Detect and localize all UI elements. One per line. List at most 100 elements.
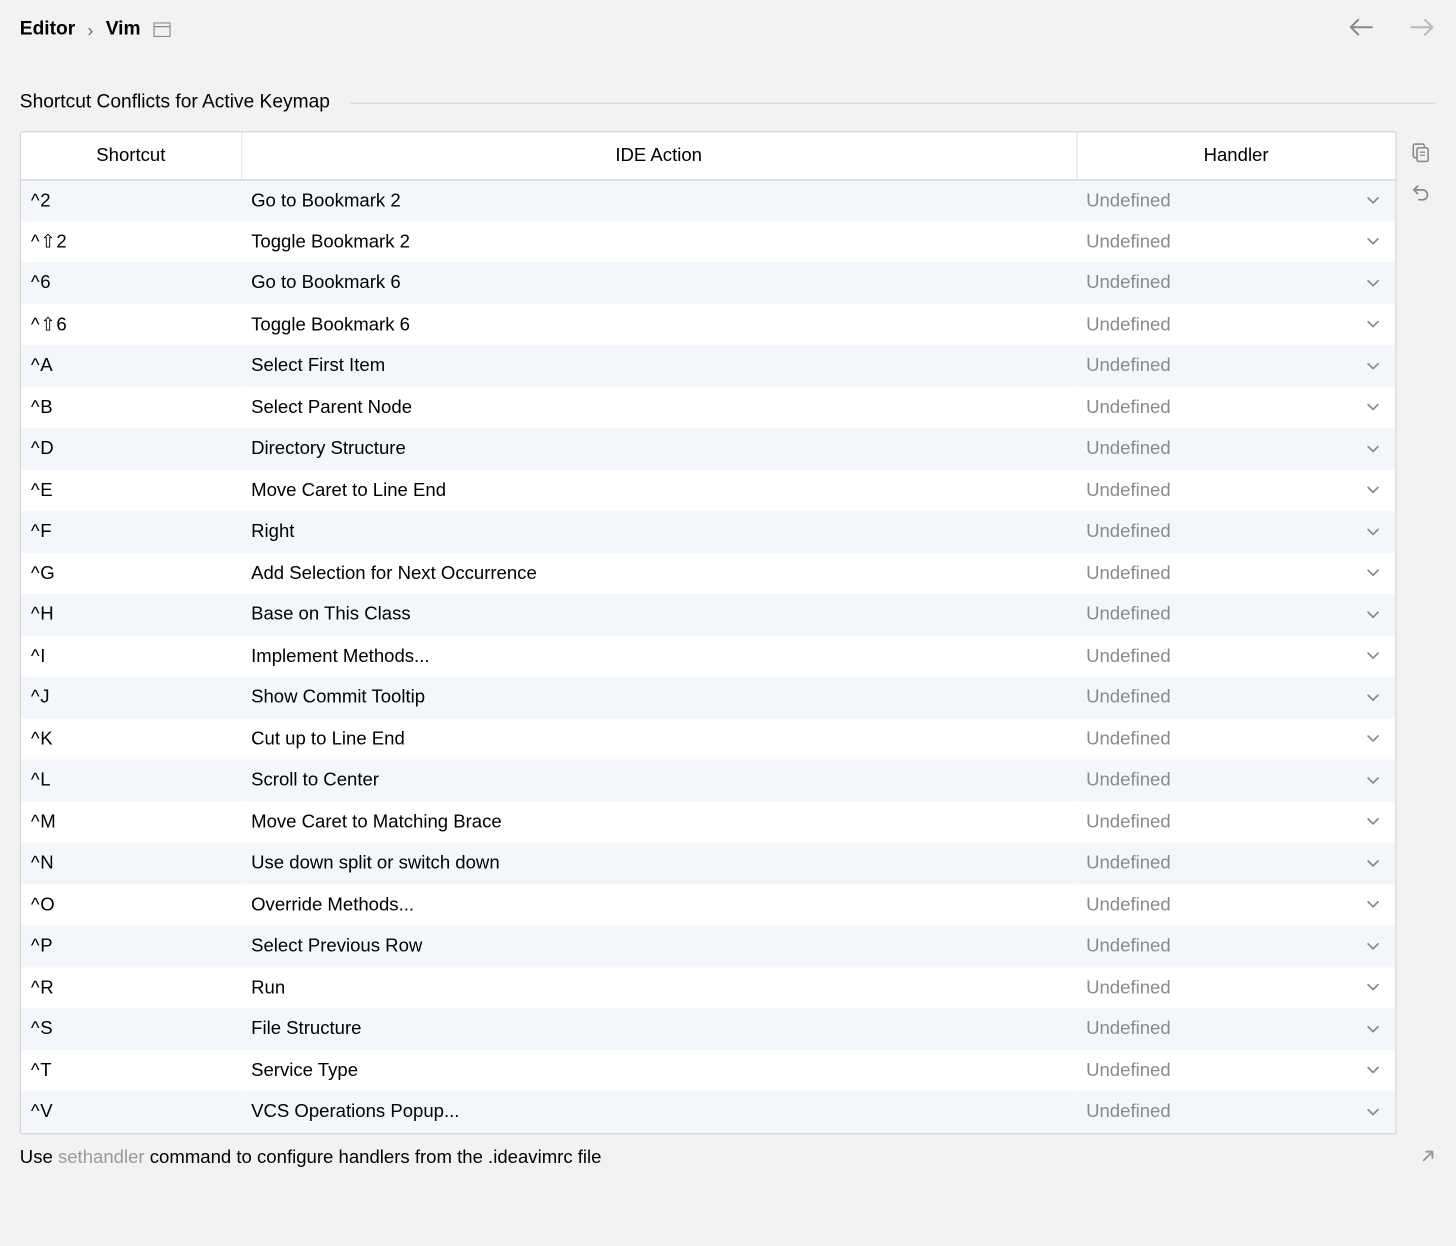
handler-dropdown[interactable]: Undefined [1076,677,1395,718]
shortcut-cell: ^6 [21,262,241,303]
column-header-shortcut[interactable]: Shortcut [21,132,241,179]
column-header-action[interactable]: IDE Action [241,132,1076,179]
window-icon [153,22,170,37]
handler-dropdown[interactable]: Undefined [1076,884,1395,925]
chevron-down-icon [1366,980,1381,995]
action-cell: Scroll to Center [241,760,1076,801]
handler-value: Undefined [1086,314,1171,335]
handler-dropdown[interactable]: Undefined [1076,718,1395,759]
handler-value: Undefined [1086,1060,1171,1081]
shortcut-cell: ^G [21,552,241,593]
undo-icon[interactable] [1409,181,1431,203]
table-row[interactable]: ^VVCS Operations Popup...Undefined [21,1091,1395,1132]
handler-value: Undefined [1086,355,1171,376]
table-row[interactable]: ^EMove Caret to Line EndUndefined [21,469,1395,510]
handler-value: Undefined [1086,563,1171,584]
shortcut-cell: ^D [21,428,241,469]
action-cell: Move Caret to Matching Brace [241,801,1076,842]
chevron-down-icon [1366,607,1381,622]
table-row[interactable]: ^HBase on This ClassUndefined [21,594,1395,635]
table-row[interactable]: ^IImplement Methods...Undefined [21,635,1395,676]
handler-dropdown[interactable]: Undefined [1076,345,1395,386]
handler-dropdown[interactable]: Undefined [1076,801,1395,842]
handler-value: Undefined [1086,894,1171,915]
handler-dropdown[interactable]: Undefined [1076,304,1395,345]
handler-dropdown[interactable]: Undefined [1076,221,1395,262]
table-row[interactable]: ^FRightUndefined [21,511,1395,552]
chevron-down-icon [1366,524,1381,539]
table-row[interactable]: ^OOverride Methods...Undefined [21,884,1395,925]
table-row[interactable]: ^JShow Commit TooltipUndefined [21,677,1395,718]
table-row[interactable]: ^6Go to Bookmark 6Undefined [21,262,1395,303]
table-row[interactable]: ^TService TypeUndefined [21,1050,1395,1091]
handler-value: Undefined [1086,604,1171,625]
handler-dropdown[interactable]: Undefined [1076,428,1395,469]
handler-dropdown[interactable]: Undefined [1076,842,1395,883]
footer-hint-pre: Use [20,1146,58,1167]
chevron-down-icon [1366,1063,1381,1078]
shortcut-cell: ^B [21,387,241,428]
chevron-down-icon [1366,234,1381,249]
table-row[interactable]: ^ASelect First ItemUndefined [21,345,1395,386]
column-header-handler[interactable]: Handler [1076,132,1395,179]
popout-icon[interactable] [1419,1148,1436,1165]
table-row[interactable]: ^BSelect Parent NodeUndefined [21,387,1395,428]
breadcrumb-separator: › [88,20,94,40]
handler-value: Undefined [1086,480,1171,501]
table-row[interactable]: ^LScroll to CenterUndefined [21,760,1395,801]
chevron-down-icon [1366,358,1381,373]
chevron-down-icon [1366,773,1381,788]
chevron-down-icon [1366,731,1381,746]
handler-dropdown[interactable]: Undefined [1076,511,1395,552]
copy-icon[interactable] [1409,141,1431,163]
breadcrumb-root[interactable]: Editor [20,19,75,41]
table-row[interactable]: ^KCut up to Line EndUndefined [21,718,1395,759]
footer-hint-post: command to configure handlers from the .… [145,1146,602,1167]
handler-dropdown[interactable]: Undefined [1076,179,1395,220]
chevron-down-icon [1366,856,1381,871]
breadcrumb-leaf[interactable]: Vim [106,19,141,41]
handler-dropdown[interactable]: Undefined [1076,1091,1395,1132]
handler-dropdown[interactable]: Undefined [1076,1050,1395,1091]
handler-dropdown[interactable]: Undefined [1076,635,1395,676]
shortcut-cell: ^L [21,760,241,801]
handler-value: Undefined [1086,190,1171,211]
table-row[interactable]: ^DDirectory StructureUndefined [21,428,1395,469]
back-button[interactable] [1347,17,1374,37]
table-row[interactable]: ^PSelect Previous RowUndefined [21,925,1395,966]
handler-dropdown[interactable]: Undefined [1076,594,1395,635]
handler-value: Undefined [1086,728,1171,749]
chevron-down-icon [1366,939,1381,954]
action-cell: Select First Item [241,345,1076,386]
handler-dropdown[interactable]: Undefined [1076,925,1395,966]
handler-dropdown[interactable]: Undefined [1076,552,1395,593]
nav-arrows [1347,17,1436,37]
table-row[interactable]: ^GAdd Selection for Next OccurrenceUndef… [21,552,1395,593]
table-row[interactable]: ^MMove Caret to Matching BraceUndefined [21,801,1395,842]
handler-dropdown[interactable]: Undefined [1076,387,1395,428]
table-row[interactable]: ^RRunUndefined [21,967,1395,1008]
shortcut-cell: ^⇧2 [21,221,241,262]
action-cell: File Structure [241,1008,1076,1049]
handler-value: Undefined [1086,1101,1171,1122]
table-row[interactable]: ^⇧6Toggle Bookmark 6Undefined [21,304,1395,345]
table-row[interactable]: ^2Go to Bookmark 2Undefined [21,179,1395,220]
action-cell: Implement Methods... [241,635,1076,676]
handler-dropdown[interactable]: Undefined [1076,760,1395,801]
handler-dropdown[interactable]: Undefined [1076,262,1395,303]
action-cell: Run [241,967,1076,1008]
chevron-down-icon [1366,814,1381,829]
forward-button[interactable] [1409,17,1436,37]
handler-dropdown[interactable]: Undefined [1076,967,1395,1008]
table-row[interactable]: ^NUse down split or switch downUndefined [21,842,1395,883]
action-cell: Directory Structure [241,428,1076,469]
chevron-down-icon [1366,276,1381,291]
chevron-down-icon [1366,317,1381,332]
handler-dropdown[interactable]: Undefined [1076,1008,1395,1049]
table-row[interactable]: ^⇧2Toggle Bookmark 2Undefined [21,221,1395,262]
handler-dropdown[interactable]: Undefined [1076,469,1395,510]
breadcrumb: Editor › Vim [20,17,1436,42]
shortcut-cell: ^T [21,1050,241,1091]
chevron-down-icon [1366,897,1381,912]
table-row[interactable]: ^SFile StructureUndefined [21,1008,1395,1049]
